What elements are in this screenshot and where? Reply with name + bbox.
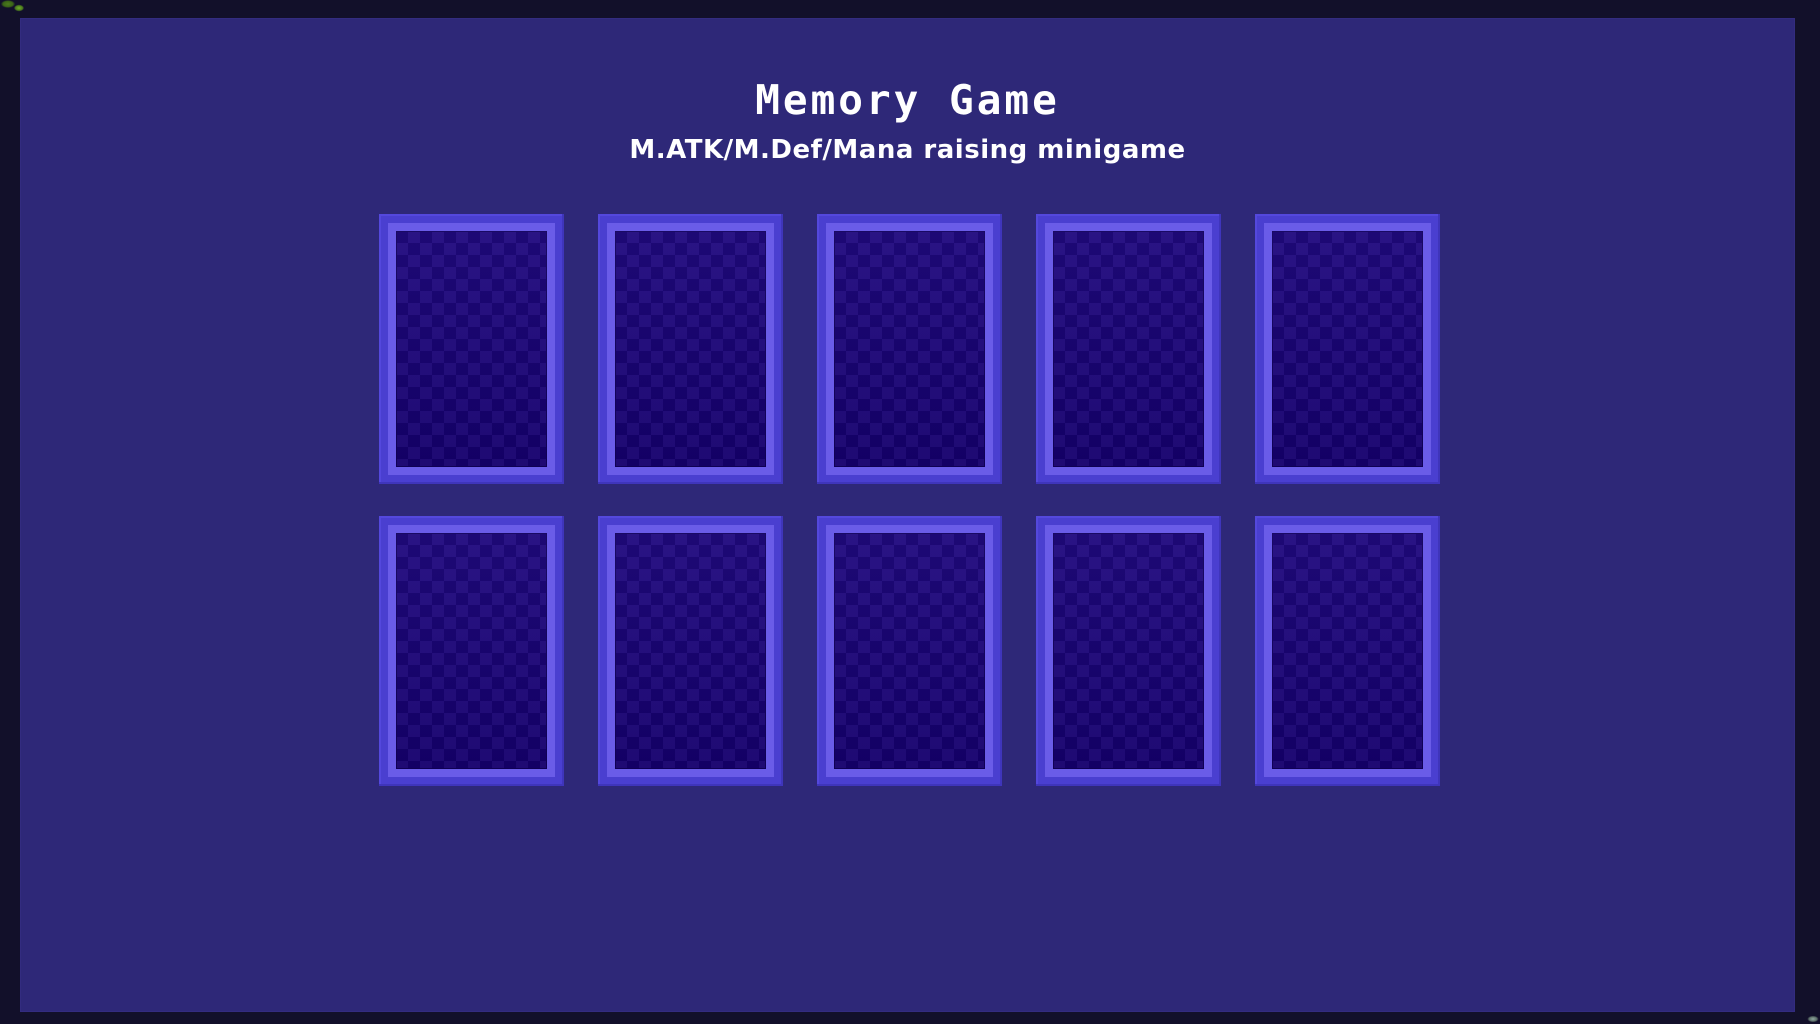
memory-card[interactable] bbox=[379, 516, 564, 786]
game-panel: Memory Game M.ATK/M.Def/Mana raising min… bbox=[20, 18, 1795, 1012]
game-window: Memory Game M.ATK/M.Def/Mana raising min… bbox=[0, 0, 1820, 1024]
card-rim bbox=[1264, 525, 1431, 777]
screen-edge-artifact-bottom-right bbox=[1798, 1012, 1820, 1024]
page-subtitle: M.ATK/M.Def/Mana raising minigame bbox=[629, 135, 1186, 165]
card-back-face bbox=[396, 533, 547, 769]
card-back-face bbox=[1272, 231, 1423, 467]
card-back-face bbox=[615, 533, 766, 769]
card-back-face bbox=[396, 231, 547, 467]
memory-card[interactable] bbox=[1036, 516, 1221, 786]
card-rim bbox=[607, 525, 774, 777]
card-rim bbox=[388, 223, 555, 475]
card-back-face bbox=[834, 533, 985, 769]
card-back-face bbox=[615, 231, 766, 467]
card-back-face bbox=[1272, 533, 1423, 769]
memory-card[interactable] bbox=[817, 516, 1002, 786]
memory-card[interactable] bbox=[1255, 214, 1440, 484]
card-rim bbox=[826, 525, 993, 777]
memory-card[interactable] bbox=[817, 214, 1002, 484]
memory-card[interactable] bbox=[598, 516, 783, 786]
card-rim bbox=[826, 223, 993, 475]
card-back-face bbox=[834, 231, 985, 467]
card-back-face bbox=[1053, 533, 1204, 769]
card-rim bbox=[388, 525, 555, 777]
memory-card[interactable] bbox=[1036, 214, 1221, 484]
memory-card[interactable] bbox=[379, 214, 564, 484]
page-title: Memory Game bbox=[755, 76, 1060, 124]
card-rim bbox=[1045, 223, 1212, 475]
card-rim bbox=[1264, 223, 1431, 475]
memory-card[interactable] bbox=[1255, 516, 1440, 786]
memory-card-grid bbox=[379, 214, 1477, 786]
screen-edge-artifact-top-left bbox=[0, 0, 26, 14]
memory-card[interactable] bbox=[598, 214, 783, 484]
card-rim bbox=[1045, 525, 1212, 777]
card-back-face bbox=[1053, 231, 1204, 467]
card-rim bbox=[607, 223, 774, 475]
header: Memory Game M.ATK/M.Def/Mana raising min… bbox=[20, 76, 1795, 165]
